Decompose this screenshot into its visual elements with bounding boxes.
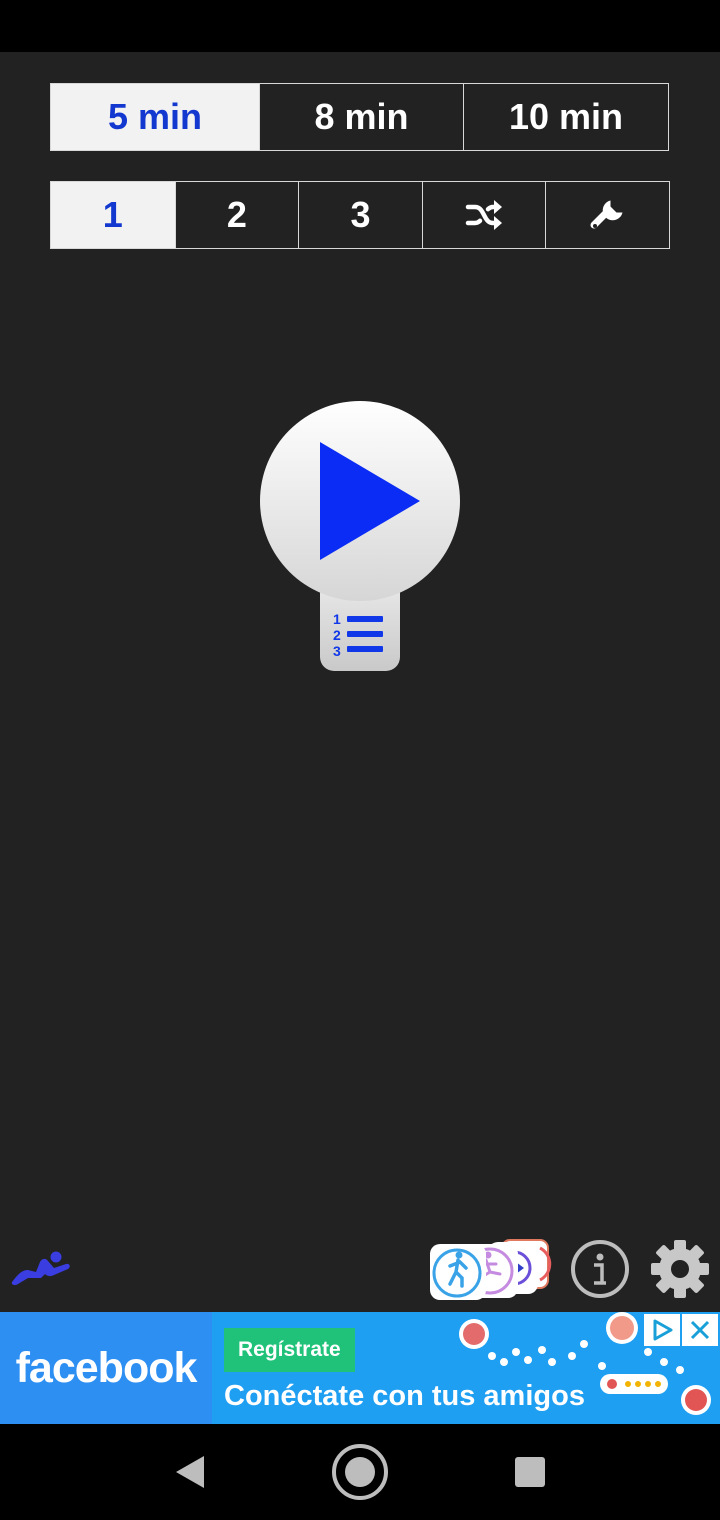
home-icon[interactable] [331, 1443, 389, 1501]
svg-text:1: 1 [333, 611, 341, 627]
bottom-toolbar [0, 1236, 720, 1300]
svg-text:3: 3 [333, 643, 341, 657]
tab-10-min[interactable]: 10 min [463, 84, 668, 150]
tab-5-min[interactable]: 5 min [51, 84, 259, 150]
ad-banner[interactable]: facebook Regístrate Conéctate con tus am… [0, 1312, 720, 1424]
ad-choices-button[interactable] [644, 1314, 680, 1346]
situp-man-icon[interactable] [10, 1248, 72, 1288]
status-bar [0, 0, 720, 52]
customize-button[interactable] [545, 182, 669, 248]
system-nav-bar [0, 1424, 720, 1520]
other-apps-icon[interactable] [428, 1238, 552, 1300]
close-icon [690, 1320, 710, 1340]
info-icon[interactable] [570, 1239, 630, 1299]
wrench-icon [590, 200, 623, 229]
tab-routine-2[interactable]: 2 [174, 182, 299, 248]
play-button[interactable] [260, 401, 460, 601]
play-control: 1 2 3 [260, 401, 460, 671]
play-icon [320, 442, 420, 560]
recents-icon[interactable] [515, 1457, 545, 1487]
gear-icon[interactable] [649, 1238, 711, 1300]
tab-8-min[interactable]: 8 min [259, 84, 463, 150]
ad-choices-icon [653, 1319, 673, 1341]
numbered-list-icon: 1 2 3 [333, 611, 383, 657]
ad-close-button[interactable] [682, 1314, 718, 1346]
ad-brand-logo: facebook [15, 1343, 198, 1392]
shuffle-button[interactable] [421, 182, 546, 248]
ad-register-button[interactable]: Regístrate [224, 1328, 355, 1372]
routine-selector: 1 2 3 [50, 181, 670, 249]
shuffle-icon [465, 200, 503, 230]
duration-selector: 5 min 8 min 10 min [50, 83, 669, 151]
ad-brand-panel: facebook [0, 1312, 212, 1424]
back-icon[interactable] [172, 1454, 206, 1490]
tab-routine-3[interactable]: 3 [298, 182, 422, 248]
tab-routine-1[interactable]: 1 [51, 182, 175, 248]
svg-text:2: 2 [333, 627, 341, 643]
